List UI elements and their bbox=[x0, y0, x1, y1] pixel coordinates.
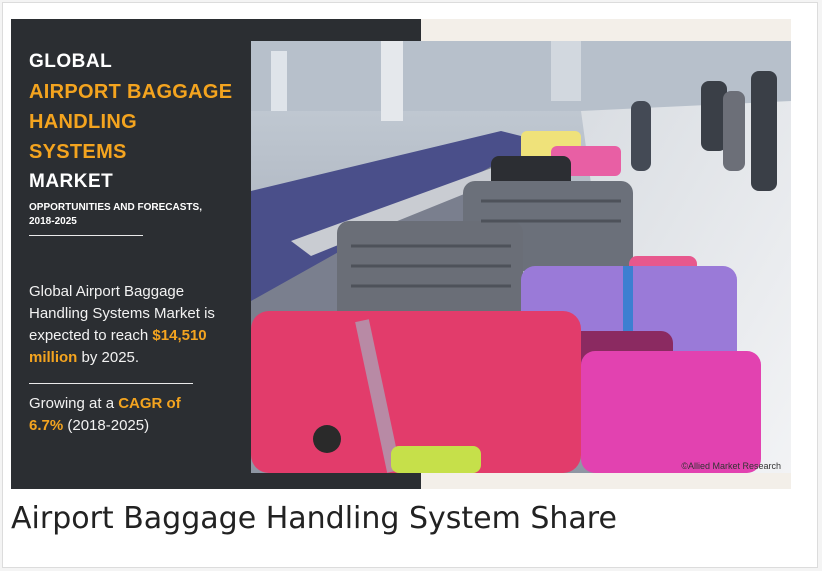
divider-top bbox=[29, 235, 143, 236]
luggage-carousel-photo: ©Allied Market Research bbox=[251, 41, 791, 473]
infographic-banner: GLOBAL AIRPORT BAGGAGE HANDLING SYSTEMS … bbox=[11, 19, 791, 489]
title-airport-baggage: AIRPORT BAGGAGE bbox=[29, 81, 233, 103]
stat2-pre: Growing at a bbox=[29, 395, 119, 412]
market-size-statement: Global Airport Baggage Handling Systems … bbox=[29, 281, 239, 369]
title-market: MARKET bbox=[29, 171, 114, 192]
stat1-post: by 2025. bbox=[77, 349, 140, 366]
title-handling: HANDLING bbox=[29, 111, 137, 133]
subtitle-line2: 2018-2025 bbox=[29, 216, 77, 227]
title-systems: SYSTEMS bbox=[29, 141, 127, 163]
image-caption: Airport Baggage Handling System Share bbox=[11, 501, 617, 536]
stat2-post: (2018-2025) bbox=[63, 417, 150, 434]
luggage-illustration bbox=[251, 41, 791, 473]
source-credit: ©Allied Market Research bbox=[681, 461, 781, 471]
divider-bottom bbox=[29, 383, 193, 384]
cagr-statement: Growing at a CAGR of 6.7% (2018-2025) bbox=[29, 393, 219, 437]
image-card: GLOBAL AIRPORT BAGGAGE HANDLING SYSTEMS … bbox=[2, 2, 818, 568]
subtitle-line1: OPPORTUNITIES AND FORECASTS, bbox=[29, 202, 202, 213]
title-global: GLOBAL bbox=[29, 51, 113, 72]
